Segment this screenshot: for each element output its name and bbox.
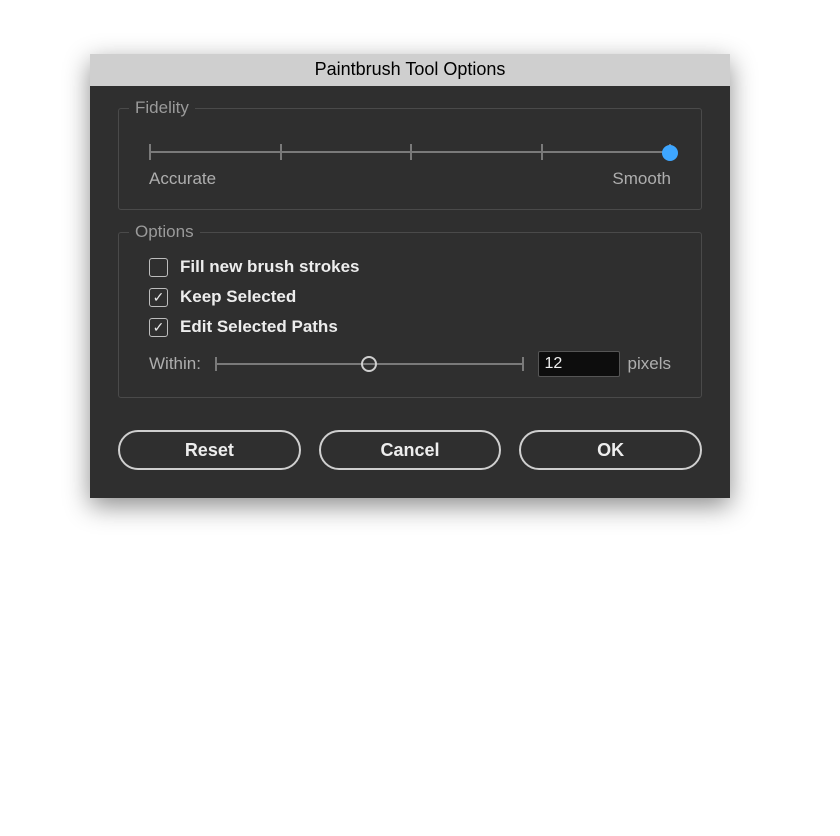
options-section-title: Options [129, 222, 200, 242]
options-section: Options Fill new brush strokes Keep Sele… [118, 232, 702, 398]
within-input[interactable] [538, 351, 620, 377]
fidelity-slider[interactable] [149, 137, 671, 167]
fidelity-right-label: Smooth [612, 169, 671, 189]
paintbrush-tool-options-dialog: Paintbrush Tool Options Fidelity Accurat… [90, 54, 730, 498]
edit-selected-paths-label: Edit Selected Paths [180, 317, 338, 337]
within-slider[interactable] [215, 352, 524, 376]
within-label: Within: [149, 354, 201, 374]
ok-button[interactable]: OK [519, 430, 702, 470]
fidelity-section-title: Fidelity [129, 98, 195, 118]
fidelity-section: Fidelity Accurate Smooth [118, 108, 702, 210]
fidelity-slider-thumb[interactable] [662, 145, 678, 161]
dialog-title: Paintbrush Tool Options [90, 54, 730, 86]
keep-selected-label: Keep Selected [180, 287, 296, 307]
within-slider-thumb[interactable] [361, 356, 377, 372]
dialog-button-row: Reset Cancel OK [118, 430, 702, 470]
fill-new-brush-strokes-label: Fill new brush strokes [180, 257, 360, 277]
cancel-button[interactable]: Cancel [319, 430, 502, 470]
within-unit-label: pixels [628, 354, 671, 374]
fill-new-brush-strokes-checkbox[interactable] [149, 258, 168, 277]
edit-selected-paths-checkbox[interactable] [149, 318, 168, 337]
reset-button[interactable]: Reset [118, 430, 301, 470]
keep-selected-checkbox[interactable] [149, 288, 168, 307]
fidelity-left-label: Accurate [149, 169, 216, 189]
